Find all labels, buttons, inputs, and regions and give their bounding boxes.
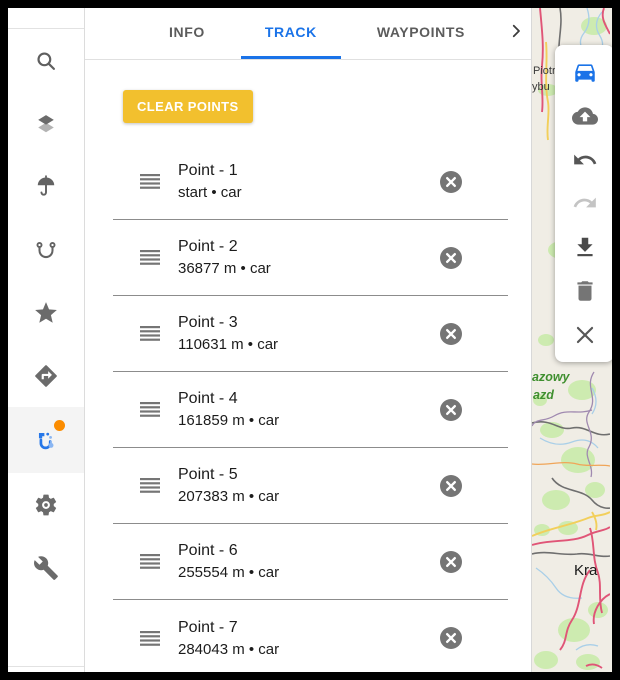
- clear-points-button[interactable]: CLEAR POINTS: [123, 90, 253, 123]
- point-title: Point - 2: [178, 236, 440, 258]
- point-title: Point - 4: [178, 388, 440, 410]
- delete-point-icon[interactable]: [440, 323, 462, 345]
- point-title: Point - 6: [178, 540, 440, 562]
- track-editor-toolbar: [555, 45, 612, 362]
- point-subtitle: 36877 m • car: [178, 258, 440, 279]
- trash-icon: [572, 278, 598, 304]
- sidebar-item-search[interactable]: [8, 29, 84, 92]
- map-label-park-1: azowy: [532, 370, 571, 384]
- map-label-city-bottom: Kra: [574, 562, 598, 579]
- notification-dot: [54, 420, 65, 431]
- point-text: Point - 2 36877 m • car: [178, 236, 440, 279]
- close-icon: [572, 322, 598, 348]
- map-label-city-top-1: Piotr: [533, 65, 556, 77]
- point-title: Point - 5: [178, 464, 440, 486]
- delete-point-icon[interactable]: [440, 627, 462, 649]
- sidebar-item-weather[interactable]: [8, 155, 84, 218]
- tab-waypoints[interactable]: WAYPOINTS: [353, 8, 489, 59]
- download-icon: [572, 234, 598, 260]
- map-view[interactable]: Piotr ybu azowy azd Kra: [532, 8, 612, 672]
- undo-button[interactable]: [571, 146, 599, 174]
- point-subtitle: 207383 m • car: [178, 486, 440, 507]
- delete-point-icon[interactable]: [440, 247, 462, 269]
- sidebar-item-tools[interactable]: [8, 536, 84, 599]
- point-row: Point - 2 36877 m • car: [113, 220, 508, 296]
- left-sidebar: [8, 8, 85, 672]
- point-text: Point - 7 284043 m • car: [178, 617, 440, 660]
- redo-icon: [572, 190, 598, 216]
- track-editor-icon: [33, 427, 59, 453]
- point-text: Point - 3 110631 m • car: [178, 312, 440, 355]
- drag-handle-icon[interactable]: [140, 174, 160, 189]
- wrench-icon: [33, 555, 59, 581]
- point-text: Point - 5 207383 m • car: [178, 464, 440, 507]
- delete-point-icon[interactable]: [440, 171, 462, 193]
- drag-handle-icon[interactable]: [140, 631, 160, 646]
- sidebar-item-favorites[interactable]: [8, 281, 84, 344]
- sidebar-scroll-area: [8, 28, 84, 667]
- delete-point-icon[interactable]: [440, 475, 462, 497]
- tabbar: INFO TRACK WAYPOINTS: [85, 8, 531, 60]
- app-window: INFO TRACK WAYPOINTS CLEAR POINTS Point …: [8, 8, 612, 672]
- tab-info[interactable]: INFO: [145, 8, 229, 59]
- redo-button[interactable]: [571, 189, 599, 217]
- point-subtitle: 255554 m • car: [178, 562, 440, 583]
- point-title: Point - 1: [178, 160, 440, 182]
- point-title: Point - 3: [178, 312, 440, 334]
- drag-handle-icon[interactable]: [140, 402, 160, 417]
- tab-track[interactable]: TRACK: [241, 8, 341, 59]
- upload-track-button[interactable]: [571, 102, 599, 130]
- download-track-button[interactable]: [571, 233, 599, 261]
- cloud-upload-icon: [572, 103, 598, 129]
- delete-point-icon[interactable]: [440, 399, 462, 421]
- point-text: Point - 6 255554 m • car: [178, 540, 440, 583]
- point-text: Point - 4 161859 m • car: [178, 388, 440, 431]
- layers-icon: [33, 111, 59, 137]
- drag-handle-icon[interactable]: [140, 478, 160, 493]
- star-icon: [33, 300, 59, 326]
- point-title: Point - 7: [178, 617, 440, 639]
- track-tab-content: CLEAR POINTS Point - 1 start • car: [85, 60, 531, 672]
- point-subtitle: 284043 m • car: [178, 639, 440, 660]
- point-row: Point - 4 161859 m • car: [113, 372, 508, 448]
- point-text: Point - 1 start • car: [178, 160, 440, 203]
- map-label-park-2: azd: [533, 388, 554, 402]
- tabs-overflow-button[interactable]: [501, 8, 531, 59]
- points-list: Point - 1 start • car Point - 2 36877 m …: [113, 144, 508, 672]
- search-icon: [33, 48, 59, 74]
- car-icon: [572, 59, 598, 85]
- map-label-city-top-2: ybu: [532, 81, 550, 93]
- delete-track-button[interactable]: [571, 277, 599, 305]
- gear-icon: [33, 492, 59, 518]
- sidebar-item-layers[interactable]: [8, 92, 84, 155]
- undo-icon: [572, 147, 598, 173]
- close-editor-button[interactable]: [571, 321, 599, 349]
- directions-icon: [33, 363, 59, 389]
- chevron-right-icon: [507, 22, 525, 45]
- sidebar-item-directions[interactable]: [8, 344, 84, 407]
- sidebar-item-track-editor[interactable]: [8, 407, 84, 473]
- drag-handle-icon[interactable]: [140, 554, 160, 569]
- track-panel: INFO TRACK WAYPOINTS CLEAR POINTS Point …: [85, 8, 532, 672]
- point-row: Point - 6 255554 m • car: [113, 524, 508, 600]
- sidebar-item-settings[interactable]: [8, 473, 84, 536]
- point-row: Point - 5 207383 m • car: [113, 448, 508, 524]
- umbrella-icon: [33, 174, 59, 200]
- routing-mode-car-button[interactable]: [571, 58, 599, 86]
- sidebar-item-tracks[interactable]: [8, 218, 84, 281]
- drag-handle-icon[interactable]: [140, 250, 160, 265]
- point-subtitle: 161859 m • car: [178, 410, 440, 431]
- delete-point-icon[interactable]: [440, 551, 462, 573]
- point-row: Point - 1 start • car: [113, 144, 508, 220]
- route-icon: [33, 237, 59, 263]
- point-subtitle: start • car: [178, 182, 440, 203]
- drag-handle-icon[interactable]: [140, 326, 160, 341]
- point-row: Point - 7 284043 m • car: [113, 600, 508, 672]
- point-row: Point - 3 110631 m • car: [113, 296, 508, 372]
- point-subtitle: 110631 m • car: [178, 334, 440, 355]
